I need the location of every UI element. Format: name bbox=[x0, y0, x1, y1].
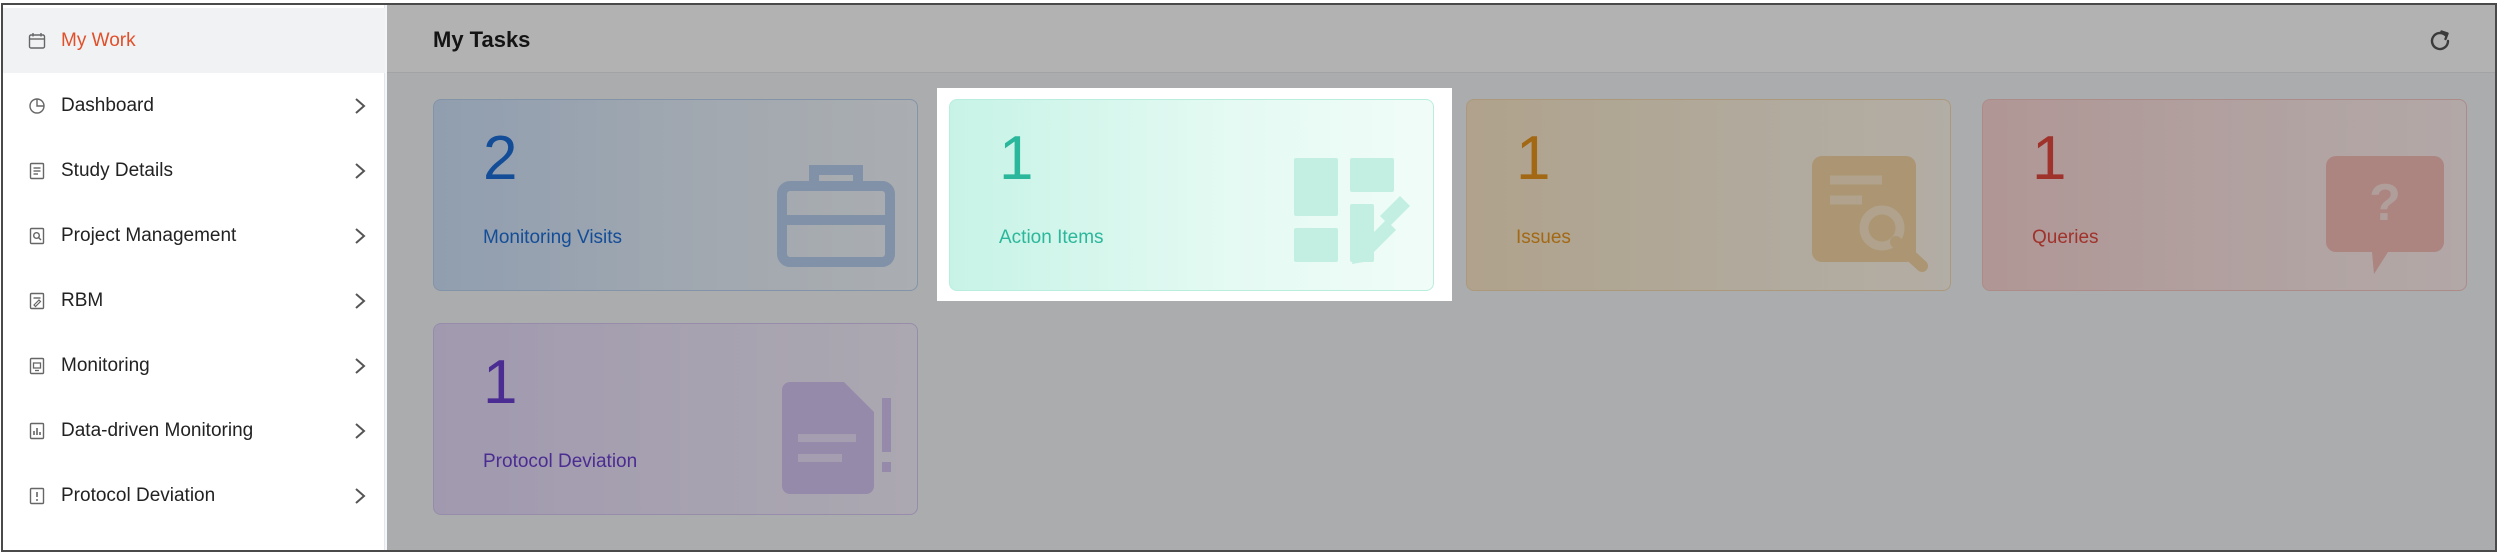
card-label: Monitoring Visits bbox=[483, 227, 623, 248]
document-monitor-icon bbox=[27, 356, 47, 376]
layout-edit-icon bbox=[1294, 158, 1410, 264]
document-list-icon bbox=[27, 161, 47, 181]
page-title: My Tasks bbox=[433, 27, 531, 52]
chevron-right-icon bbox=[355, 422, 366, 439]
question-bubble-icon: ? bbox=[2326, 156, 2444, 274]
card-protocol-deviation[interactable]: 1 Protocol Deviation bbox=[433, 323, 918, 515]
sidebar-item-label: Project Management bbox=[61, 224, 237, 246]
card-count: 1 bbox=[1516, 124, 1551, 193]
sidebar-item-dashboard[interactable]: Dashboard bbox=[3, 73, 385, 138]
chevron-right-icon bbox=[355, 227, 366, 244]
sidebar-item-protocol-deviation[interactable]: Protocol Deviation bbox=[3, 463, 385, 528]
card-issues[interactable]: 1 Issues bbox=[1466, 99, 1951, 291]
pie-chart-icon bbox=[27, 96, 47, 116]
chevron-right-icon bbox=[355, 357, 366, 374]
sidebar: My Work Dashboard Study Details Project … bbox=[3, 5, 385, 550]
chevron-right-icon bbox=[355, 292, 366, 309]
sidebar-item-rbm[interactable]: RBM bbox=[3, 268, 385, 333]
sidebar-item-study-details[interactable]: Study Details bbox=[3, 138, 385, 203]
refresh-icon[interactable] bbox=[2427, 28, 2453, 54]
document-search-icon bbox=[27, 226, 47, 246]
page-header: My Tasks bbox=[387, 5, 2495, 73]
card-label: Issues bbox=[1516, 227, 1571, 248]
sidebar-item-monitoring[interactable]: Monitoring bbox=[3, 333, 385, 398]
briefcase-icon bbox=[777, 165, 895, 267]
sidebar-item-label: RBM bbox=[61, 289, 104, 311]
chevron-right-icon bbox=[355, 487, 366, 504]
chevron-right-icon bbox=[355, 162, 366, 179]
card-count: 1 bbox=[2032, 124, 2067, 193]
chevron-right-icon bbox=[355, 97, 366, 114]
svg-text:?: ? bbox=[2369, 174, 2401, 232]
document-alert-icon bbox=[782, 382, 891, 494]
document-edit-icon bbox=[27, 291, 47, 311]
calendar-icon bbox=[27, 31, 47, 51]
sidebar-item-my-work[interactable]: My Work bbox=[3, 8, 385, 73]
document-alert-icon bbox=[27, 486, 47, 506]
sidebar-item-label: Data-driven Monitoring bbox=[61, 419, 254, 441]
sidebar-item-data-driven-monitoring[interactable]: Data-driven Monitoring bbox=[3, 398, 385, 463]
card-queries[interactable]: 1 Queries ? bbox=[1982, 99, 2467, 291]
sidebar-item-label: Monitoring bbox=[61, 354, 150, 376]
card-label: Protocol Deviation bbox=[483, 451, 638, 472]
document-search-icon bbox=[1812, 156, 1928, 272]
sidebar-item-label: Dashboard bbox=[61, 94, 154, 116]
card-action-items[interactable]: 1 Action Items bbox=[949, 99, 1434, 291]
app-window: My Work Dashboard Study Details Project … bbox=[1, 3, 2497, 552]
sidebar-item-project-management[interactable]: Project Management bbox=[3, 203, 385, 268]
card-label: Queries bbox=[2032, 227, 2099, 248]
card-label: Action Items bbox=[999, 227, 1104, 248]
document-chart-icon bbox=[27, 421, 47, 441]
card-monitoring-visits[interactable]: 2 Monitoring Visits bbox=[433, 99, 918, 291]
card-count: 1 bbox=[999, 124, 1034, 193]
sidebar-item-label: My Work bbox=[61, 29, 136, 51]
sidebar-item-label: Protocol Deviation bbox=[61, 484, 216, 506]
card-count: 2 bbox=[483, 124, 518, 193]
card-count: 1 bbox=[483, 348, 518, 417]
sidebar-item-label: Study Details bbox=[61, 159, 173, 181]
